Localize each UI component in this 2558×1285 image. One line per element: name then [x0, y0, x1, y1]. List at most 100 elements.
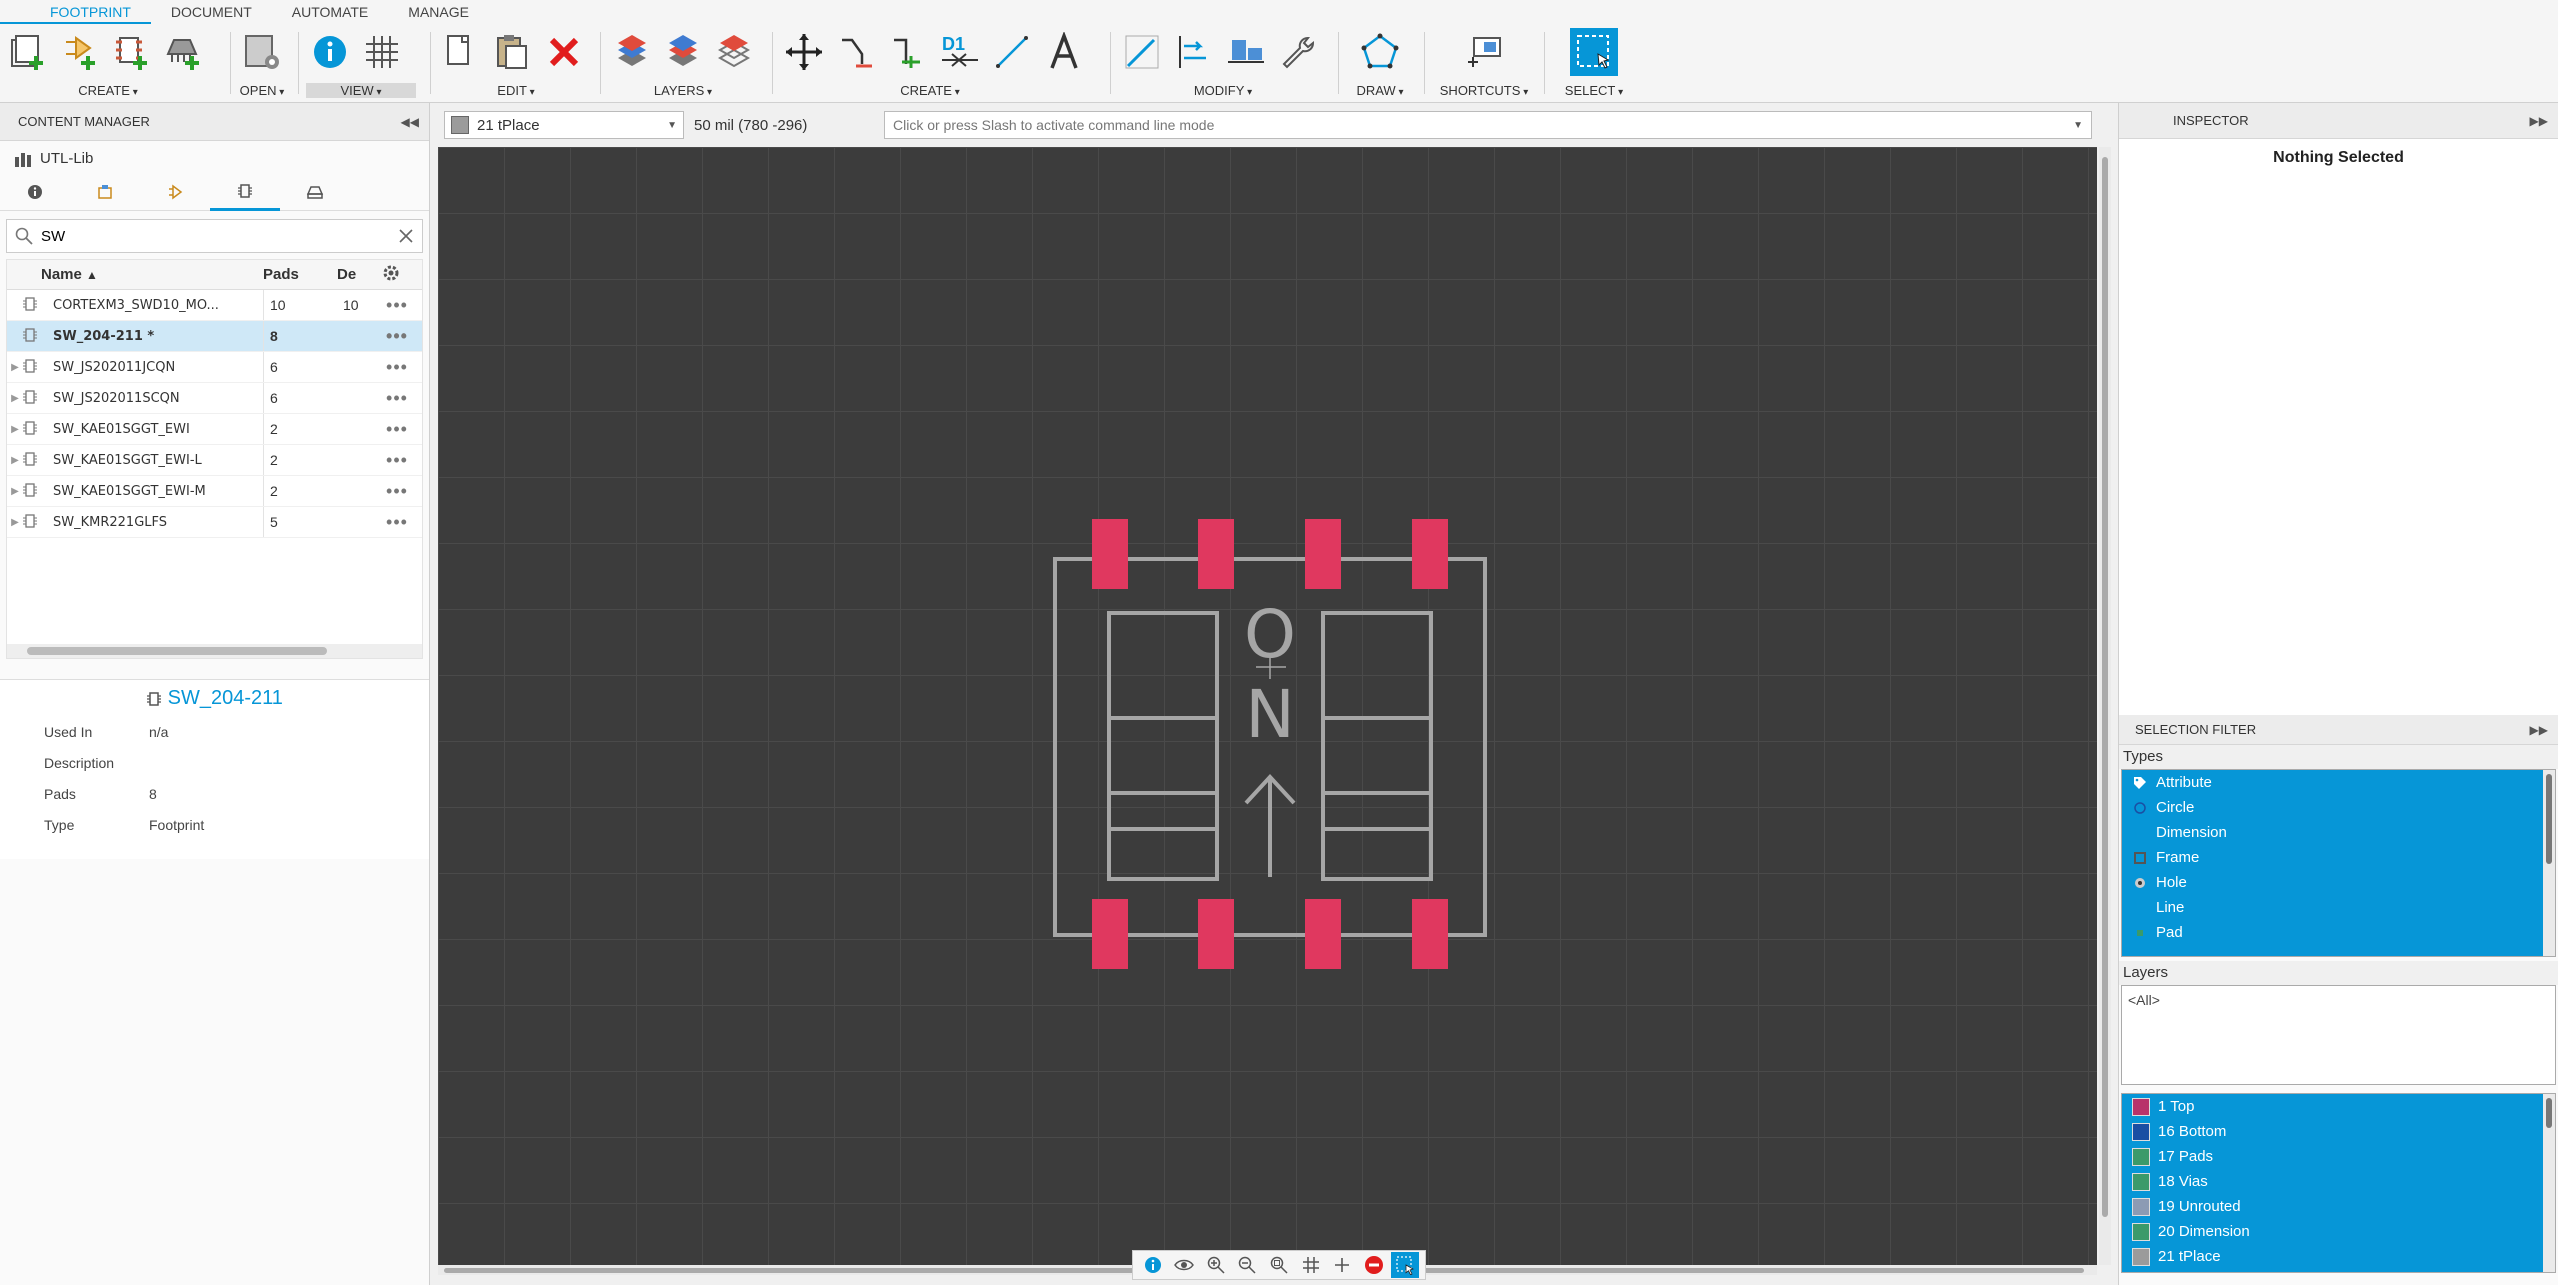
align-bottom-icon[interactable] — [1222, 28, 1270, 76]
more-options-icon[interactable]: ••• — [377, 419, 417, 440]
tab-library-info[interactable] — [0, 177, 70, 211]
table-row[interactable]: ▶ SW_KAE01SGGT_EWI-L 2 ••• — [7, 445, 422, 476]
pad[interactable] — [1092, 519, 1128, 589]
table-row[interactable]: ▶ SW_JS202011JCQN 6 ••• — [7, 352, 422, 383]
pad[interactable] — [1305, 899, 1341, 969]
expand-panel-icon[interactable]: ▶▶ — [2530, 103, 2548, 139]
layers-filter-input[interactable]: <All> — [2121, 985, 2556, 1085]
zoom-in-icon[interactable] — [1202, 1252, 1230, 1278]
type-filter-item[interactable]: Attribute — [2122, 770, 2555, 795]
layers-stack-icon[interactable] — [711, 28, 758, 76]
design-canvas[interactable]: O N — [438, 147, 2097, 1265]
draw-group-label[interactable]: DRAW — [1348, 83, 1412, 98]
more-options-icon[interactable]: ••• — [377, 512, 417, 533]
tab-document[interactable]: DOCUMENT — [151, 0, 272, 24]
zoom-out-icon[interactable] — [1233, 1252, 1261, 1278]
expand-row-icon[interactable]: ▶ — [7, 517, 23, 528]
more-options-icon[interactable]: ••• — [377, 481, 417, 502]
pad[interactable] — [1198, 519, 1234, 589]
table-row[interactable]: ▶ SW_JS202011SCQN 6 ••• — [7, 383, 422, 414]
expand-panel-icon[interactable]: ▶▶ — [2530, 715, 2548, 745]
type-filter-item[interactable]: Line — [2122, 895, 2555, 920]
open-library-icon[interactable] — [238, 28, 286, 76]
open-group-label[interactable]: OPEN — [238, 83, 286, 98]
column-name[interactable]: Name ▲ — [41, 266, 257, 283]
select-group-label[interactable]: SELECT — [1556, 83, 1632, 98]
type-filter-item[interactable]: Dimension — [2122, 820, 2555, 845]
view-group-label[interactable]: VIEW — [306, 83, 416, 98]
table-row[interactable]: ▶ SW_KAE01SGGT_EWI-M 2 ••• — [7, 476, 422, 507]
delete-icon[interactable] — [540, 28, 588, 76]
more-options-icon[interactable]: ••• — [377, 357, 417, 378]
route-icon[interactable] — [832, 28, 880, 76]
align-icon[interactable] — [1170, 28, 1218, 76]
more-options-icon[interactable]: ••• — [377, 450, 417, 471]
polygon-icon[interactable] — [1356, 28, 1404, 76]
copy-icon[interactable] — [436, 28, 484, 76]
select-icon[interactable] — [1570, 28, 1618, 76]
types-scrollbar[interactable] — [2543, 770, 2555, 956]
column-settings-icon[interactable] — [371, 264, 411, 286]
shortcuts-icon[interactable] — [1460, 28, 1508, 76]
tab-3d-packages[interactable] — [280, 177, 350, 211]
modify-group-label[interactable]: MODIFY — [1118, 83, 1328, 98]
library-row[interactable]: UTL-Lib — [0, 141, 429, 177]
command-line-input[interactable]: Click or press Slash to activate command… — [884, 111, 2092, 139]
miter-icon[interactable] — [884, 28, 932, 76]
new-package-icon[interactable] — [160, 28, 208, 76]
grid-icon[interactable] — [1297, 1252, 1325, 1278]
more-options-icon[interactable]: ••• — [377, 326, 417, 347]
edit-group-label[interactable]: EDIT — [436, 83, 596, 98]
pad[interactable] — [1412, 899, 1448, 969]
split-icon[interactable] — [1118, 28, 1166, 76]
text-icon[interactable] — [1040, 28, 1088, 76]
layers-group-label[interactable]: LAYERS — [608, 83, 758, 98]
layer-select[interactable]: 21 tPlace ▼ — [444, 111, 684, 139]
create-group-label[interactable]: CREATE — [4, 83, 212, 98]
zoom-fit-icon[interactable] — [1265, 1252, 1293, 1278]
layers-scrollbar[interactable] — [2543, 1094, 2555, 1272]
pad[interactable] — [1305, 519, 1341, 589]
tab-symbols[interactable] — [140, 177, 210, 211]
table-row[interactable]: ▶ SW_KMR221GLFS 5 ••• — [7, 507, 422, 538]
move-icon[interactable] — [780, 28, 828, 76]
tab-footprint[interactable]: FOOTPRINT — [0, 0, 151, 24]
expand-row-icon[interactable]: ▶ — [7, 424, 23, 435]
eye-icon[interactable] — [1170, 1252, 1198, 1278]
expand-row-icon[interactable]: ▶ — [7, 362, 23, 373]
layer-filter-item[interactable]: 1 Top — [2122, 1094, 2555, 1119]
pad[interactable] — [1198, 899, 1234, 969]
expand-row-icon[interactable]: ▶ — [7, 486, 23, 497]
new-symbol-icon[interactable] — [56, 28, 104, 76]
canvas-vertical-scrollbar[interactable] — [2099, 147, 2111, 1265]
create-objects-group-label[interactable]: CREATE — [860, 83, 1000, 98]
expand-row-icon[interactable]: ▶ — [7, 455, 23, 466]
pad[interactable] — [1092, 899, 1128, 969]
select-mode-icon[interactable] — [1391, 1252, 1420, 1278]
new-footprint-icon[interactable] — [108, 28, 156, 76]
info-icon[interactable] — [306, 28, 354, 76]
search-input[interactable] — [41, 227, 390, 245]
layer-filter-item[interactable]: 17 Pads — [2122, 1144, 2555, 1169]
more-options-icon[interactable]: ••• — [377, 295, 417, 316]
tab-automate[interactable]: AUTOMATE — [272, 0, 389, 24]
new-library-icon[interactable] — [4, 28, 52, 76]
table-row[interactable]: SW_204-211 * 8 ••• — [7, 321, 422, 352]
collapse-panel-icon[interactable]: ◀◀ — [401, 103, 419, 141]
expand-row-icon[interactable]: ▶ — [7, 393, 23, 404]
add-icon[interactable] — [1328, 1252, 1356, 1278]
line-icon[interactable] — [988, 28, 1036, 76]
layers-blue-icon[interactable] — [659, 28, 706, 76]
table-horizontal-scrollbar[interactable] — [7, 644, 422, 658]
shortcuts-group-label[interactable]: SHORTCUTS — [1434, 83, 1534, 98]
more-options-icon[interactable]: ••• — [377, 388, 417, 409]
name-icon[interactable]: D1 — [936, 28, 984, 76]
type-filter-item[interactable]: Frame — [2122, 845, 2555, 870]
tab-devices[interactable] — [70, 177, 140, 211]
stop-icon[interactable] — [1360, 1252, 1388, 1278]
pad[interactable] — [1412, 519, 1448, 589]
layers-red-icon[interactable] — [608, 28, 655, 76]
column-de[interactable]: De — [337, 266, 371, 283]
layer-filter-item[interactable]: 16 Bottom — [2122, 1119, 2555, 1144]
column-pads[interactable]: Pads — [257, 266, 337, 283]
